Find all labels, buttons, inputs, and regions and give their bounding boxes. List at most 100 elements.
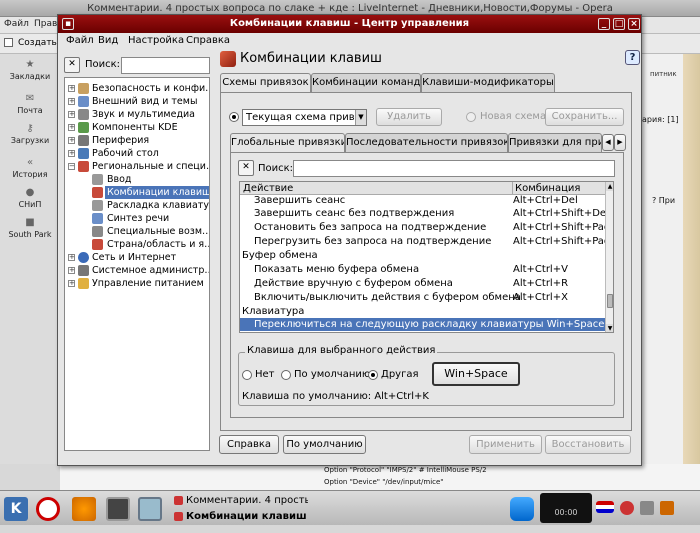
expander-icon[interactable]: + bbox=[68, 267, 75, 274]
task-opera[interactable]: Комментарии. 4 простых bbox=[172, 493, 308, 509]
sidebar-item-southpark[interactable]: ■ South Park bbox=[0, 218, 60, 240]
tray-icon[interactable] bbox=[660, 501, 674, 515]
tray-icon[interactable] bbox=[620, 501, 634, 515]
table-row[interactable]: Действие вручную с буфером обмена Alt+Ctr… bbox=[240, 277, 605, 290]
tree-item-sound[interactable]: + Звук и мультимедиа bbox=[65, 108, 209, 121]
background-create-button[interactable]: Создать bbox=[18, 38, 57, 48]
terminal-icon[interactable] bbox=[106, 497, 130, 521]
tree-item-accessibility[interactable]: Специальные возм… bbox=[65, 225, 209, 238]
tab-command-shortcuts[interactable]: Комбинации команд bbox=[311, 73, 421, 92]
table-row[interactable]: Завершить сеанс Alt+Ctrl+Del bbox=[240, 194, 605, 207]
menu-file[interactable]: Файл bbox=[66, 35, 94, 46]
table-row[interactable]: Включить/выключить действия с буфером об… bbox=[240, 291, 605, 304]
tree-item-security[interactable]: + Безопасность и конфи… bbox=[65, 82, 209, 95]
tree-item-input[interactable]: Ввод bbox=[65, 173, 209, 186]
opera-icon[interactable] bbox=[36, 497, 60, 521]
expander-icon[interactable]: + bbox=[68, 280, 75, 287]
save-scheme-button[interactable]: Сохранить... bbox=[545, 108, 624, 126]
tree-item-network[interactable]: + Сеть и Интернет bbox=[65, 251, 209, 264]
tree-item-regional[interactable]: − Региональные и специ… bbox=[65, 160, 209, 173]
monitor-icon[interactable] bbox=[138, 497, 162, 521]
defaults-button[interactable]: По умолчанию bbox=[283, 435, 366, 454]
tree-item-speech[interactable]: Синтез речи bbox=[65, 212, 209, 225]
minimize-icon[interactable]: _ bbox=[598, 18, 610, 30]
expander-icon[interactable]: + bbox=[68, 124, 75, 131]
window-menu-icon[interactable]: ▪ bbox=[62, 18, 74, 30]
subtab-global[interactable]: Глобальные привязки bbox=[230, 133, 345, 153]
clear-search-icon[interactable]: ✕ bbox=[238, 160, 254, 176]
scheme-select[interactable]: Текущая схема привязо ▼ bbox=[242, 109, 367, 126]
task-kcontrol[interactable]: Комбинации клавиш - bbox=[172, 509, 308, 525]
key-default-radio[interactable] bbox=[281, 370, 291, 380]
expander-icon[interactable]: − bbox=[68, 163, 75, 170]
list-scrollbar[interactable]: ▲ ▼ bbox=[605, 182, 613, 332]
tree-item-kde-components[interactable]: + Компоненты KDE bbox=[65, 121, 209, 134]
tree-item-peripherals[interactable]: + Периферия bbox=[65, 134, 209, 147]
shortcut-list: Действие Комбинация Завершить сеанс Alt+C… bbox=[239, 181, 614, 333]
help-button[interactable]: Справка bbox=[219, 435, 279, 454]
background-menu-file[interactable]: Файл bbox=[4, 19, 29, 29]
scroll-thumb[interactable] bbox=[607, 294, 613, 308]
tree-item-appearance[interactable]: + Внешний вид и темы bbox=[65, 95, 209, 108]
tab-modifier-keys[interactable]: Клавиши-модификаторы bbox=[421, 73, 555, 92]
table-row[interactable]: Показать меню буфера обмена Alt+Ctrl+V bbox=[240, 263, 605, 276]
key-capture-button[interactable]: Win+Space bbox=[432, 362, 520, 386]
maximize-icon[interactable]: □ bbox=[613, 18, 625, 30]
expander-icon[interactable]: + bbox=[68, 98, 75, 105]
subtab-app[interactable]: Привязки для прил bbox=[508, 133, 602, 152]
tree-item-keyboard-layout[interactable]: Раскладка клавиатур… bbox=[65, 199, 209, 212]
table-row[interactable]: Остановить без запроса на подтверждение A… bbox=[240, 221, 613, 234]
new-scheme-radio[interactable] bbox=[466, 112, 476, 122]
flag-icon[interactable] bbox=[596, 501, 614, 513]
sidebar-item-downloads[interactable]: ⚷ Загрузки bbox=[0, 124, 60, 146]
group-row[interactable]: Клавиатура bbox=[240, 305, 605, 318]
sidebar-item-history[interactable]: « История bbox=[0, 158, 60, 180]
clear-search-icon[interactable]: ✕ bbox=[64, 57, 80, 73]
subtab-sequences[interactable]: Последовательности привязок bbox=[345, 133, 508, 152]
table-row[interactable]: Перегрузить без запроса на подтверждение… bbox=[240, 235, 613, 248]
menu-settings[interactable]: Настройка bbox=[128, 35, 184, 46]
table-row-selected[interactable]: Переключиться на следующую раскладку кла… bbox=[240, 318, 605, 331]
checkbox-icon[interactable] bbox=[4, 38, 13, 47]
drive-icon[interactable] bbox=[510, 497, 534, 521]
sidebar-item-snip[interactable]: ● СНиП bbox=[0, 188, 60, 210]
apply-button[interactable]: Применить bbox=[469, 435, 542, 454]
row-combo: Alt+Ctrl+Shift+Page bbox=[513, 236, 614, 247]
tree-item-country[interactable]: Страна/область и я… bbox=[65, 238, 209, 251]
sidebar-item-bookmarks[interactable]: ★ Закладки bbox=[0, 60, 60, 82]
menu-view[interactable]: Вид bbox=[98, 35, 118, 46]
group-row[interactable]: Буфер обмена bbox=[240, 249, 605, 262]
tree-item-power[interactable]: + Управление питанием bbox=[65, 277, 209, 290]
scroll-up-icon[interactable]: ▲ bbox=[606, 182, 613, 191]
regional-icon bbox=[78, 161, 89, 172]
kde-menu-icon[interactable]: K bbox=[4, 497, 28, 521]
expander-icon[interactable]: + bbox=[68, 111, 75, 118]
menu-help[interactable]: Справка bbox=[186, 35, 230, 46]
help-icon[interactable]: ? bbox=[625, 50, 640, 65]
tree-item-desktop[interactable]: + Рабочий стол bbox=[65, 147, 209, 160]
expander-icon[interactable]: + bbox=[68, 254, 75, 261]
expander-icon[interactable]: + bbox=[68, 137, 75, 144]
reset-button[interactable]: Восстановить bbox=[545, 435, 631, 454]
current-scheme-radio[interactable] bbox=[229, 112, 239, 122]
close-icon[interactable]: × bbox=[628, 18, 640, 30]
expander-icon[interactable]: + bbox=[68, 85, 75, 92]
sidebar-item-mail[interactable]: ✉ Почта bbox=[0, 94, 60, 116]
tree-item-shortcuts[interactable]: Комбинации клавиш bbox=[65, 186, 209, 199]
app-icon[interactable] bbox=[72, 497, 96, 521]
delete-scheme-button[interactable]: Удалить bbox=[376, 108, 442, 126]
background-menu-edit[interactable]: Прав bbox=[34, 19, 57, 29]
shortcut-search-input[interactable] bbox=[293, 160, 615, 177]
tray-icon[interactable] bbox=[640, 501, 654, 515]
expander-icon[interactable]: + bbox=[68, 150, 75, 157]
tab-scroll-left-icon[interactable]: ◀ bbox=[602, 134, 614, 151]
tab-scroll-right-icon[interactable]: ▶ bbox=[614, 134, 626, 151]
tab-schemes[interactable]: Схемы привязок bbox=[220, 73, 311, 93]
search-input[interactable] bbox=[121, 57, 210, 74]
tree-label: Синтез речи bbox=[107, 213, 170, 224]
table-row[interactable]: Завершить сеанс без подтверждения Alt+Ctr… bbox=[240, 207, 609, 220]
key-custom-radio[interactable] bbox=[368, 370, 378, 380]
tree-item-sysadmin[interactable]: + Системное администр… bbox=[65, 264, 209, 277]
scroll-down-icon[interactable]: ▼ bbox=[606, 324, 613, 332]
key-none-radio[interactable] bbox=[242, 370, 252, 380]
